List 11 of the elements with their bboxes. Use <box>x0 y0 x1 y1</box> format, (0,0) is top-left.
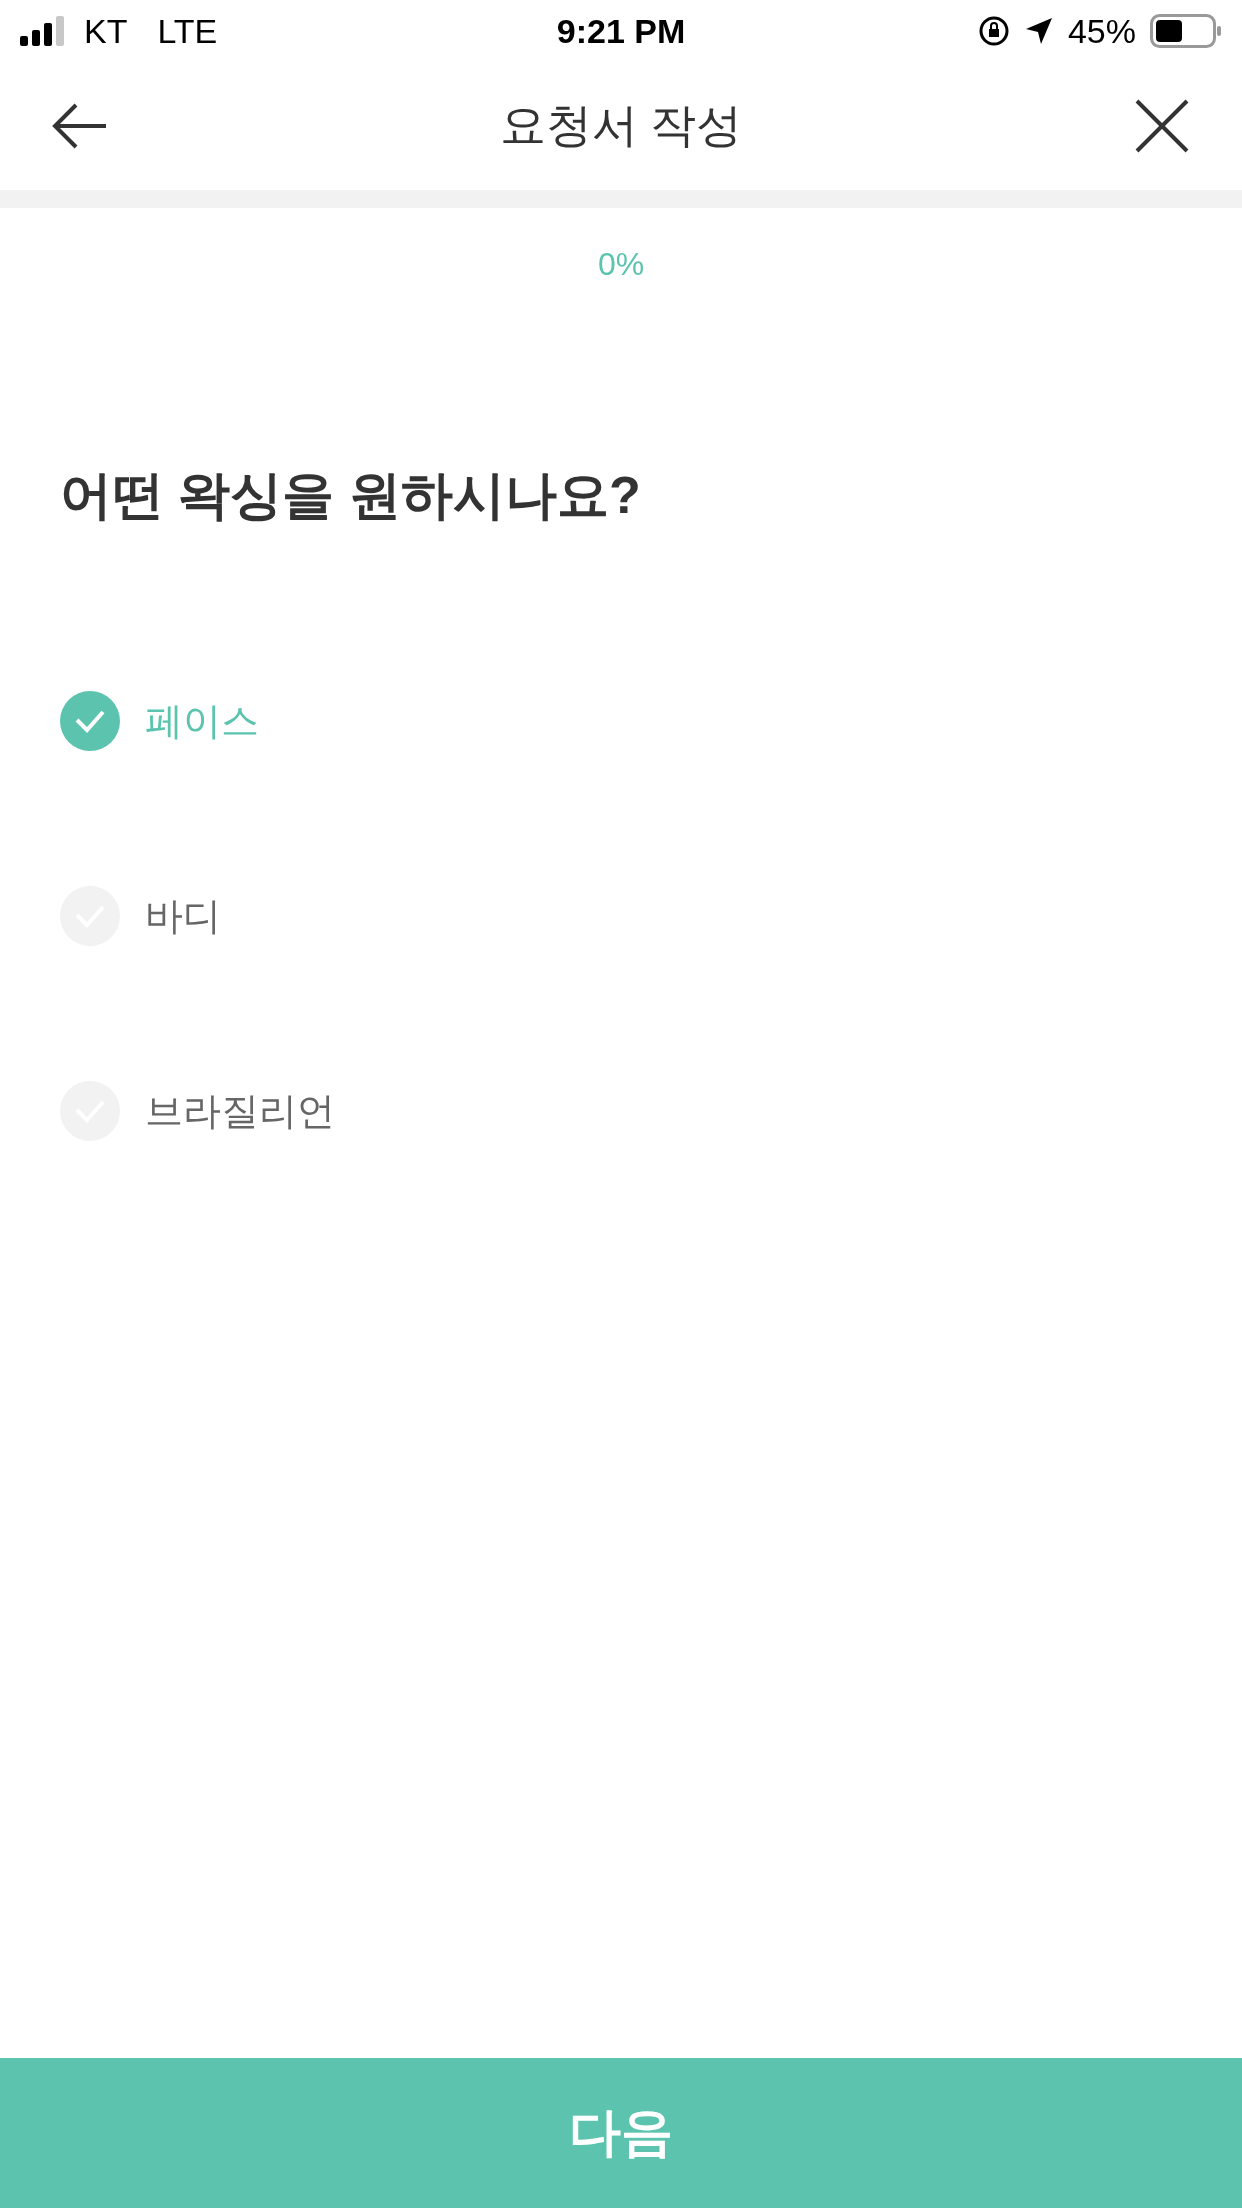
option-item[interactable]: 브라질리언 <box>60 1081 335 1141</box>
rotation-lock-icon <box>977 15 1010 47</box>
carrier-label: KT <box>84 11 128 51</box>
progress-percent: 0% <box>597 246 645 282</box>
page-title: 요청서 작성 <box>499 98 743 153</box>
question-title: 어떤 왁싱을 원하시나요? <box>60 465 642 526</box>
option-item[interactable]: 바디 <box>60 886 221 946</box>
battery-icon <box>1150 14 1222 48</box>
status-time: 9:21 PM <box>556 11 686 50</box>
battery-percent: 45% <box>1067 11 1136 51</box>
network-label: LTE <box>157 11 218 51</box>
